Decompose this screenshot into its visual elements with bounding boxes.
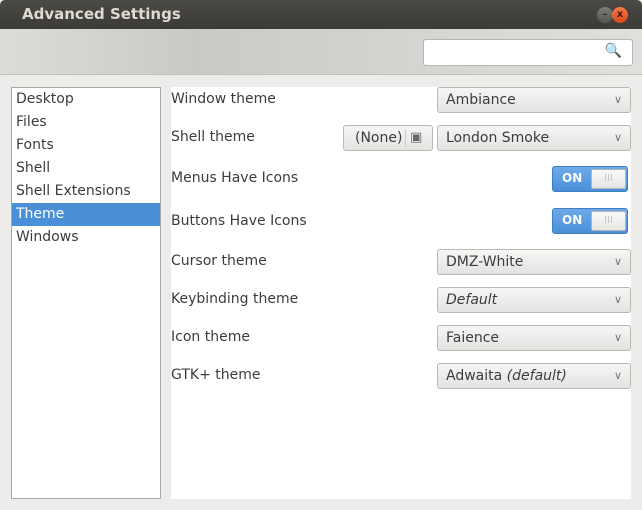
sidebar-item-files[interactable]: Files [12, 111, 160, 134]
sidebar-item-shell-extensions[interactable]: Shell Extensions [12, 180, 160, 203]
buttons-have-icons-switch[interactable]: ON III [552, 208, 628, 234]
combo-value: Default [446, 292, 498, 308]
cursor-theme-label: Cursor theme [171, 253, 267, 269]
gtk-theme-combo[interactable]: Adwaita (default) ∨ [437, 363, 631, 389]
switch-knob[interactable]: III [591, 169, 626, 189]
menus-have-icons-switch[interactable]: ON III [552, 166, 628, 192]
switch-state: ON [562, 171, 583, 185]
minimize-icon[interactable]: – [597, 7, 613, 23]
switch-knob[interactable]: III [591, 211, 626, 231]
chevron-down-icon: ∨ [613, 293, 622, 306]
search-icon[interactable]: 🔍 [605, 43, 622, 59]
search-input[interactable] [428, 41, 598, 64]
menus-have-icons-label: Menus Have Icons [171, 170, 299, 186]
sidebar: Desktop Files Fonts Shell Shell Extensio… [11, 87, 161, 499]
folder-icon: ▣ [410, 130, 423, 145]
chevron-down-icon: ∨ [613, 369, 622, 382]
sidebar-item-theme[interactable]: Theme [12, 203, 160, 226]
combo-value: Adwaita [446, 368, 503, 384]
combo-value: Ambiance [446, 92, 516, 108]
chevron-down-icon: ∨ [613, 131, 622, 144]
switch-state: ON [562, 213, 583, 227]
separator [405, 130, 406, 146]
window-theme-combo[interactable]: Ambiance ∨ [437, 87, 631, 113]
chevron-down-icon: ∨ [613, 255, 622, 268]
icon-theme-label: Icon theme [171, 329, 250, 345]
sidebar-item-windows[interactable]: Windows [12, 226, 160, 249]
combo-value: Faience [446, 330, 500, 346]
buttons-have-icons-label: Buttons Have Icons [171, 213, 307, 229]
sidebar-item-desktop[interactable]: Desktop [12, 88, 160, 111]
search-field[interactable]: 🔍 [423, 39, 633, 66]
combo-value: DMZ-White [446, 254, 524, 270]
sidebar-item-fonts[interactable]: Fonts [12, 134, 160, 157]
chevron-down-icon: ∨ [613, 331, 622, 344]
chevron-down-icon: ∨ [613, 93, 622, 106]
shell-theme-combo[interactable]: London Smoke ∨ [437, 125, 631, 151]
cursor-theme-combo[interactable]: DMZ-White ∨ [437, 249, 631, 275]
window-theme-label: Window theme [171, 91, 276, 107]
window-title: Advanced Settings [22, 5, 181, 23]
settings-panel: Window theme Ambiance ∨ Shell theme (None… [171, 87, 631, 499]
gtk-theme-label: GTK+ theme [171, 367, 261, 383]
combo-value: London Smoke [446, 130, 550, 146]
sidebar-item-shell[interactable]: Shell [12, 157, 160, 180]
close-icon[interactable]: x [612, 7, 628, 23]
icon-theme-combo[interactable]: Faience ∨ [437, 325, 631, 351]
keybinding-theme-label: Keybinding theme [171, 291, 299, 307]
combo-value-suffix: (default) [506, 368, 567, 384]
keybinding-theme-combo[interactable]: Default ∨ [437, 287, 631, 313]
toolbar: 🔍 [0, 29, 642, 75]
title-bar: Advanced Settings – x [0, 0, 642, 29]
shell-theme-label: Shell theme [171, 129, 255, 145]
shell-theme-file-button[interactable]: (None) ▣ [343, 125, 433, 151]
file-button-label: (None) [355, 130, 403, 146]
